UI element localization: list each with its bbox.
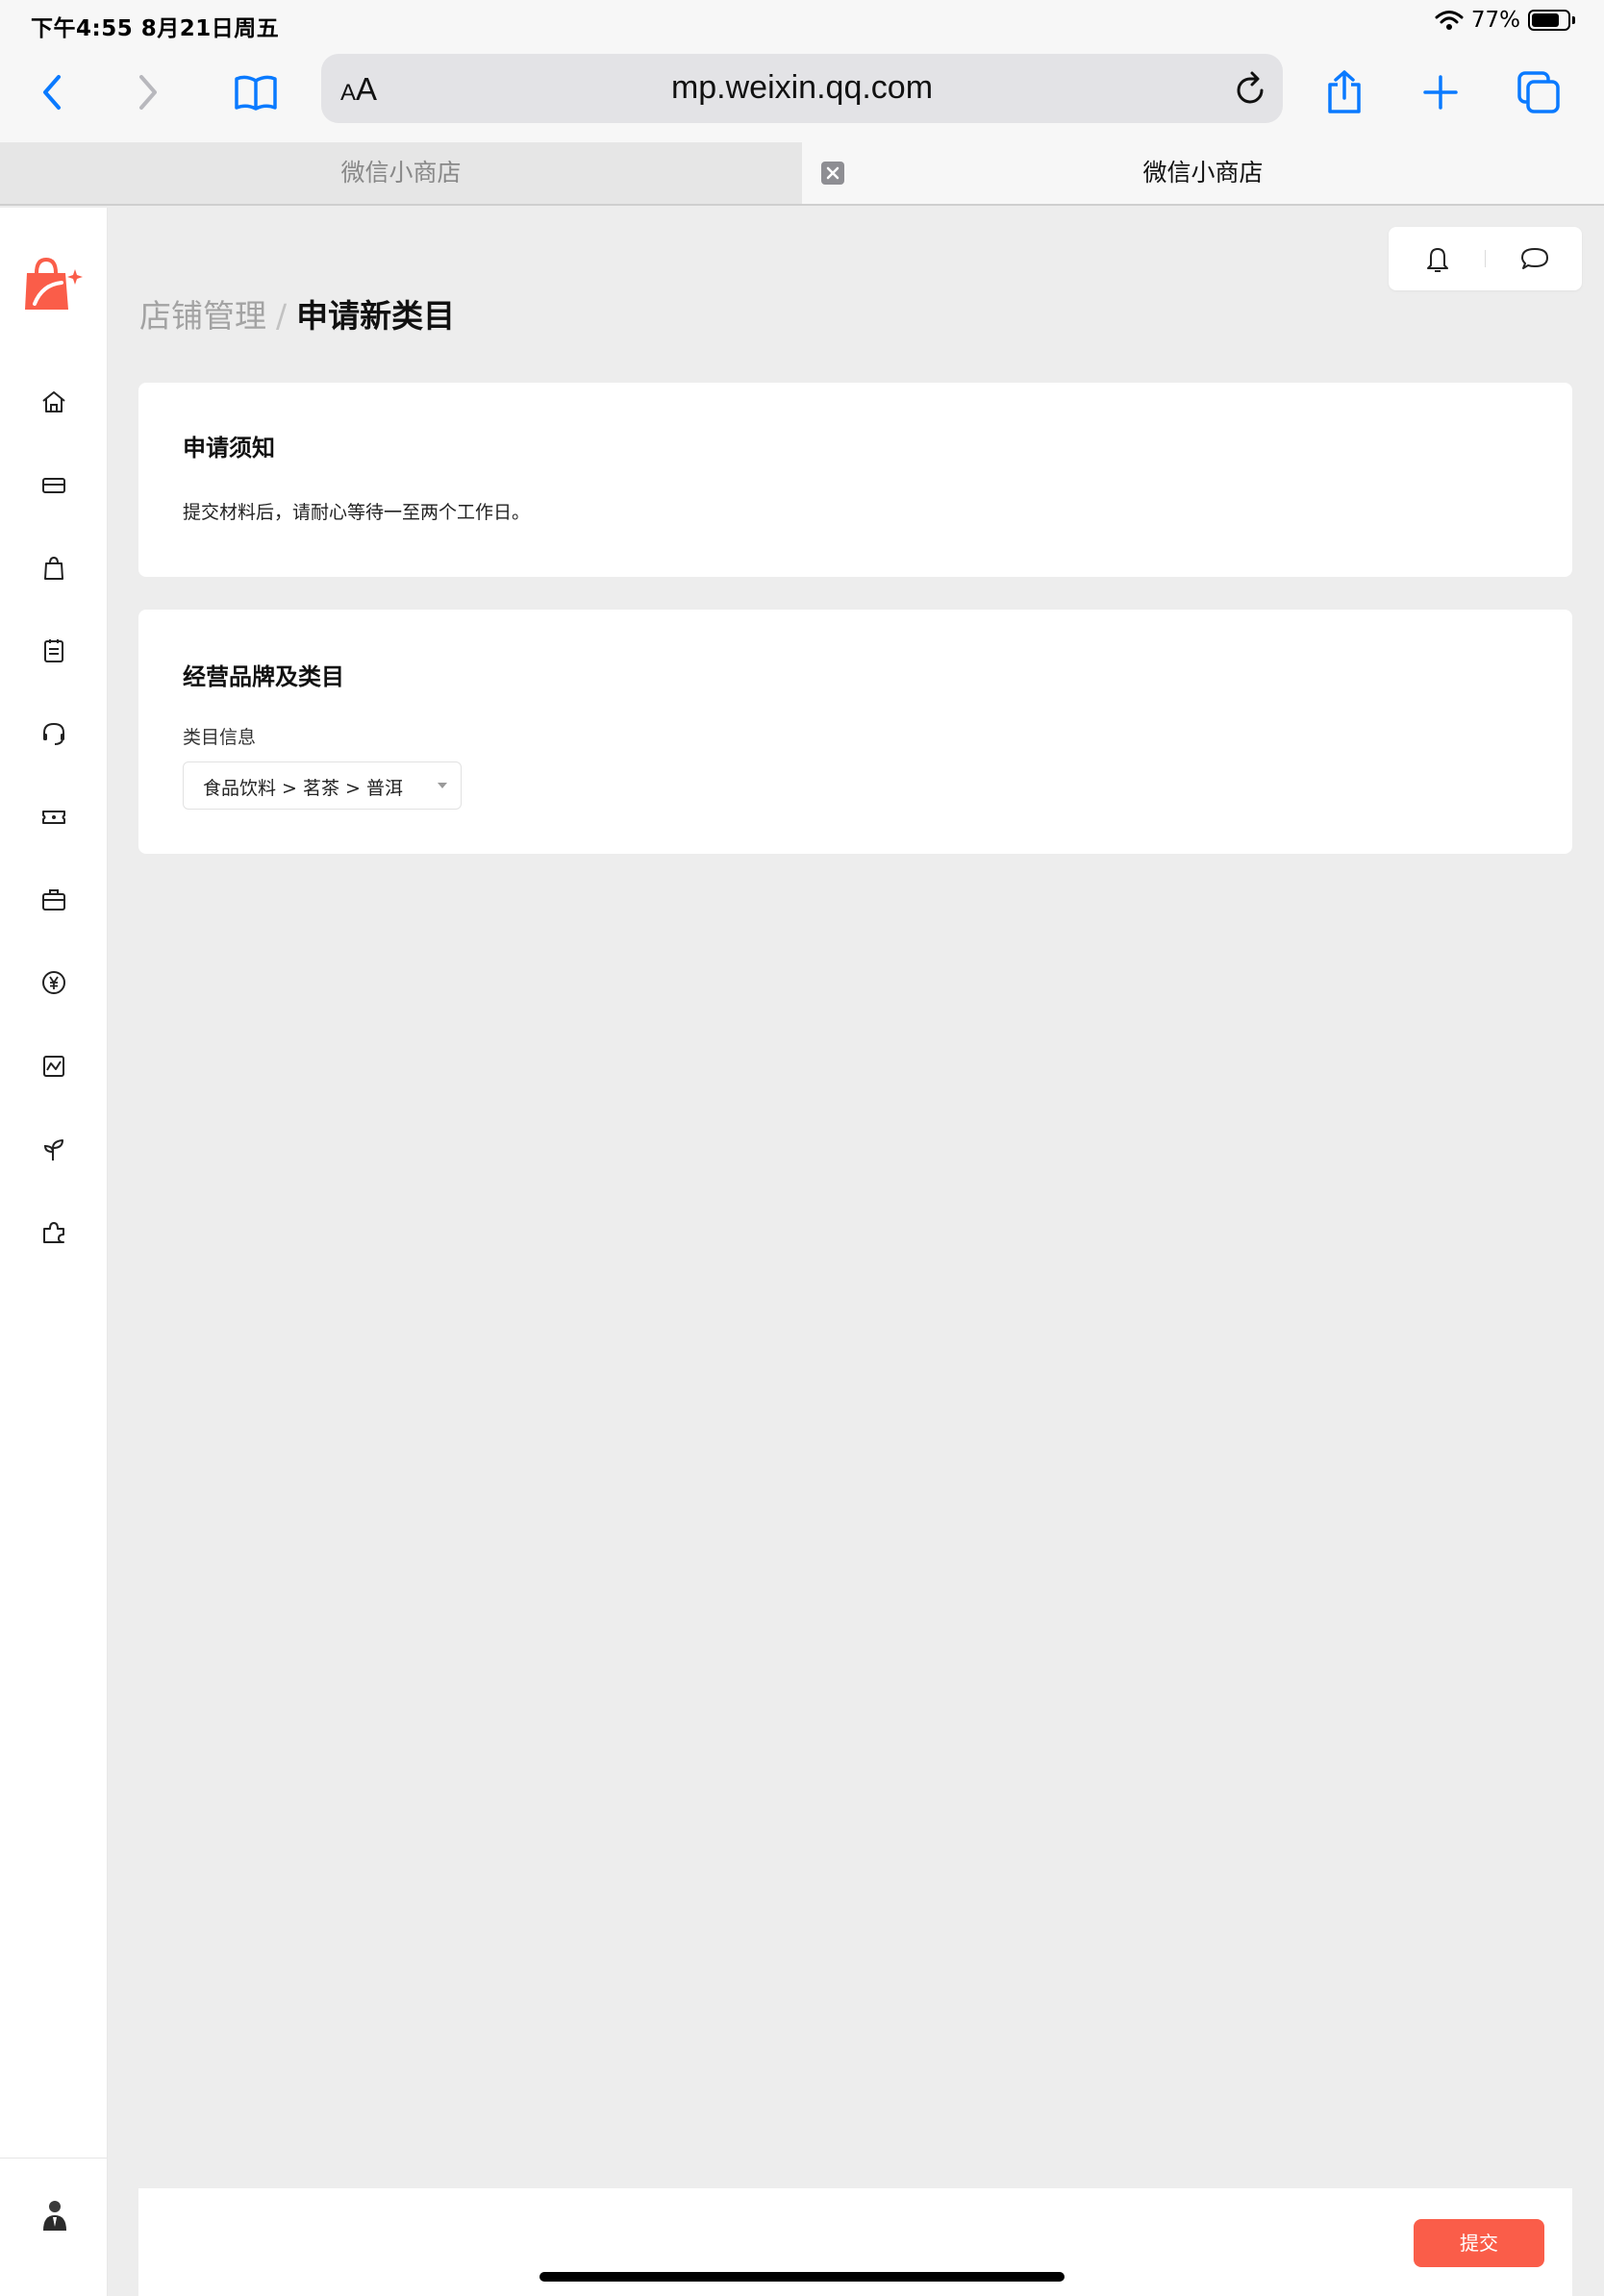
sidebar-divider <box>0 2158 107 2159</box>
sidebar-item-business[interactable] <box>37 883 71 917</box>
sidebar-item-products[interactable] <box>37 551 71 586</box>
breadcrumb-separator: / <box>276 297 288 335</box>
shopping-bag-icon <box>44 556 63 580</box>
address-bar[interactable]: AA mp.weixin.qq.com <box>321 54 1283 123</box>
store-icon <box>42 478 65 493</box>
notice-text: 提交材料后，请耐心等待一至两个工作日。 <box>183 502 531 523</box>
reload-icon <box>1237 71 1264 104</box>
notice-card: 申请须知 提交材料后，请耐心等待一至两个工作日。 <box>138 383 1572 577</box>
back-button[interactable] <box>23 63 81 121</box>
sidebar-item-orders[interactable] <box>37 634 71 668</box>
status-right: 77% <box>1435 8 1575 33</box>
new-tab-button[interactable] <box>1412 63 1469 121</box>
notice-title: 申请须知 <box>183 435 275 462</box>
caret-down-icon <box>438 783 447 788</box>
battery-cap <box>1572 16 1575 24</box>
sidebar-item-growth[interactable] <box>37 1132 71 1166</box>
share-button[interactable] <box>1316 63 1373 121</box>
shop-logo-icon[interactable] <box>23 256 83 313</box>
briefcase-icon <box>42 889 65 911</box>
status-time: 下午4:55 8月21日周五 <box>31 16 280 41</box>
sidebar-item-coupons[interactable] <box>37 800 71 835</box>
home-icon <box>42 391 65 412</box>
chevron-left-icon <box>43 75 61 110</box>
wifi-icon <box>1435 10 1464 31</box>
tab-active[interactable]: 微信小商店 <box>802 142 1604 204</box>
category-select[interactable]: 食品饮料 > 茗茶 > 普洱 <box>183 761 462 810</box>
category-select-value: 食品饮料 > 茗茶 > 普洱 <box>203 778 403 799</box>
url-text: mp.weixin.qq.com <box>670 69 934 106</box>
breadcrumb: 店铺管理 / 申请新类目 <box>139 290 455 337</box>
yuan-icon <box>42 971 65 994</box>
tab-strip: 微信小商店 微信小商店 <box>0 142 1604 206</box>
top-right-actions <box>1389 227 1582 290</box>
bell-icon <box>1427 248 1448 272</box>
coupon-icon <box>42 811 65 824</box>
avatar[interactable] <box>40 2198 69 2231</box>
sidebar-item-store[interactable] <box>37 467 71 502</box>
chart-icon <box>43 1056 64 1077</box>
submit-button[interactable]: 提交 <box>1414 2219 1544 2267</box>
order-list-icon <box>44 639 63 662</box>
bookmarks-button[interactable] <box>227 63 285 121</box>
sidebar-item-plugins[interactable] <box>37 1215 71 1250</box>
sidebar-item-home[interactable] <box>37 385 71 419</box>
battery-percent: 77% <box>1470 8 1520 33</box>
battery-level <box>1532 13 1559 27</box>
sprout-icon <box>43 1139 63 1160</box>
tabs-icon <box>1517 71 1560 113</box>
user-avatar-icon <box>43 2201 66 2231</box>
forward-button[interactable] <box>119 63 177 121</box>
close-tab-button[interactable] <box>821 162 844 185</box>
breadcrumb-parent-link[interactable]: 店铺管理 <box>139 297 266 335</box>
sidebar-item-finance[interactable] <box>37 965 71 1000</box>
home-indicator[interactable] <box>539 2272 1065 2282</box>
chat-bubble-icon <box>1521 248 1548 269</box>
sidebar-item-data[interactable] <box>37 1049 71 1084</box>
plugin-icon <box>43 1222 64 1243</box>
share-icon <box>1328 70 1361 113</box>
messages-button[interactable] <box>1519 244 1550 273</box>
category-card: 经营品牌及类目 类目信息 食品饮料 > 茗茶 > 普洱 <box>138 610 1572 854</box>
status-bar: 下午4:55 8月21日周五 77% <box>0 0 1604 46</box>
notification-button[interactable] <box>1425 244 1450 273</box>
category-title: 经营品牌及类目 <box>183 663 344 690</box>
close-icon <box>826 166 840 180</box>
plus-icon <box>1423 75 1458 110</box>
reload-button[interactable] <box>1233 69 1269 108</box>
chevron-right-icon <box>139 75 157 110</box>
browser-toolbar: AA mp.weixin.qq.com <box>0 46 1604 142</box>
battery-icon <box>1528 10 1570 31</box>
book-icon <box>235 75 277 111</box>
sidebar-item-service[interactable] <box>37 716 71 751</box>
actions-divider <box>1485 250 1486 267</box>
tab-inactive[interactable]: 微信小商店 <box>0 142 802 204</box>
page-title: 申请新类目 <box>296 297 456 335</box>
customer-service-icon <box>43 722 64 745</box>
category-field-label: 类目信息 <box>183 727 257 748</box>
tabs-overview-button[interactable] <box>1510 63 1567 121</box>
sidebar-nav <box>0 208 108 2296</box>
